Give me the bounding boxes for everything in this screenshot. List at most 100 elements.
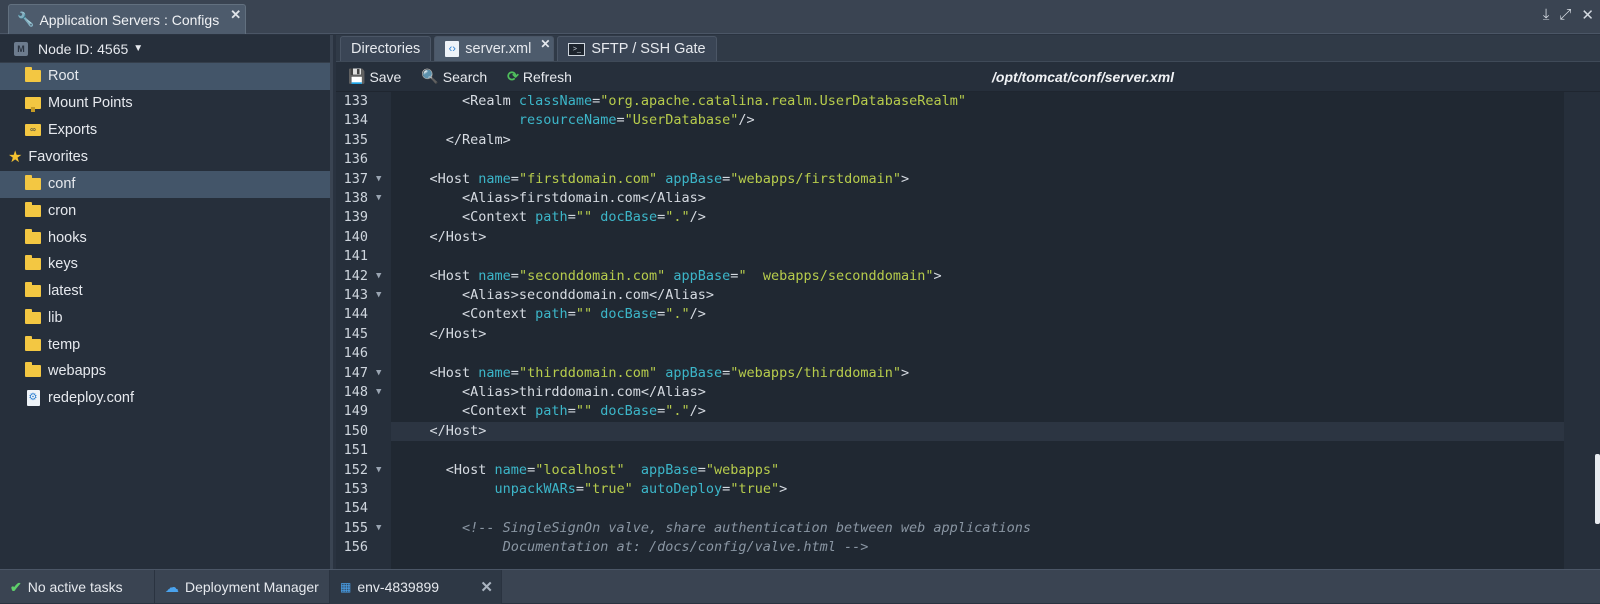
- code-text: ​ <Host name="localhost" appBase="webapp…: [391, 461, 1564, 480]
- favorite-item-latest[interactable]: latest: [0, 278, 330, 305]
- mount-icon: [24, 97, 42, 113]
- code-token: <Alias>seconddomain.com</Alias>: [397, 287, 714, 303]
- code-token: <!-- SingleSignOn valve, share authentic…: [397, 519, 1031, 536]
- tasks-status[interactable]: ✔ No active tasks: [0, 570, 155, 604]
- editor-toolbar: 💾 Save 🔍 Search ⟳ Refresh /opt/tomcat/co…: [336, 62, 1600, 92]
- chevron-down-icon[interactable]: ▼: [133, 43, 143, 54]
- folder-icon: [24, 255, 42, 271]
- line-number: 137: [343, 170, 368, 187]
- sidebar-item-exports[interactable]: ∞ Exports: [0, 116, 330, 143]
- node-selector[interactable]: M Node ID: 4565 ▼: [0, 35, 330, 63]
- window-tab[interactable]: 🔧 Application Servers : Configs ✕: [8, 4, 247, 34]
- line-number: 133: [343, 93, 368, 109]
- code-token: =: [567, 209, 576, 226]
- favorite-item-webapps[interactable]: webapps: [0, 358, 330, 385]
- code-token: "firstdomain.com": [518, 170, 658, 187]
- code-text: ​ </Realm>: [391, 131, 1564, 150]
- tab-server-xml[interactable]: ‹› server.xml ✕: [434, 36, 555, 61]
- code-text: ​ <Context path="" docBase="."/>: [391, 402, 1564, 421]
- code-token: =: [510, 267, 519, 284]
- code-token: Documentation at: /docs/config/valve.htm…: [397, 539, 869, 556]
- favorite-item-hooks[interactable]: hooks: [0, 224, 330, 251]
- env-tab[interactable]: ▦ env-4839899 ✕: [330, 570, 502, 604]
- code-editor[interactable]: 133 ​ <Realm className="org.apache.catali…: [336, 92, 1600, 569]
- code-token: <Host: [397, 267, 479, 284]
- code-token: <Alias>thirddomain.com</Alias>: [397, 384, 706, 400]
- folder-icon: [24, 67, 42, 83]
- scrollbar-thumb[interactable]: [1595, 454, 1600, 524]
- line-number: 136: [343, 151, 368, 168]
- code-line: 141 ​: [336, 247, 1564, 266]
- code-token: "webapps/thirddomain": [730, 364, 901, 381]
- favorites-label: Favorites: [28, 149, 88, 166]
- code-token: "seconddomain.com": [518, 267, 666, 284]
- close-icon[interactable]: ✕: [1581, 6, 1594, 24]
- sidebar-item-mount-points[interactable]: Mount Points: [0, 90, 330, 117]
- favorite-item-temp[interactable]: temp: [0, 331, 330, 358]
- star-icon: ★: [8, 149, 23, 167]
- scrollbar[interactable]: [1564, 92, 1600, 569]
- sidebar: M Node ID: 4565 ▼ Root Mount Points ∞ Expor…: [0, 35, 333, 569]
- fold-arrow-icon[interactable]: ▼: [376, 519, 381, 538]
- save-button[interactable]: 💾 Save: [348, 68, 401, 85]
- line-number: 140: [343, 228, 368, 245]
- tree-item-label: cron: [48, 203, 77, 220]
- code-text: ​ <Realm className="org.apache.catalina.…: [391, 92, 1564, 111]
- refresh-button[interactable]: ⟳ Refresh: [507, 68, 572, 85]
- favorite-item-cron[interactable]: cron: [0, 198, 330, 225]
- code-text: ​ </Host>: [391, 228, 1564, 247]
- tab-directories[interactable]: Directories: [340, 36, 432, 61]
- code-token: "": [575, 306, 593, 323]
- search-button[interactable]: 🔍 Search: [421, 68, 487, 85]
- fold-arrow-icon[interactable]: ▼: [376, 170, 381, 189]
- code-line: 149 ​ <Context path="" docBase="."/>: [336, 402, 1564, 421]
- code-token: resourceName: [518, 112, 617, 129]
- sidebar-item-root[interactable]: Root: [0, 63, 330, 90]
- tree-item-label: hooks: [48, 229, 87, 246]
- code-token: unpackWARs: [494, 481, 576, 497]
- fold-arrow-icon[interactable]: ▼: [376, 189, 381, 208]
- deployment-manager-button[interactable]: ☁ Deployment Manager: [155, 570, 330, 604]
- code-token: "": [575, 209, 593, 226]
- code-token: </Host>: [397, 228, 487, 245]
- tab-bar: Directories ‹› server.xml ✕ >_ SFTP / SS…: [336, 35, 1600, 62]
- code-token: name: [478, 170, 511, 187]
- line-number: 153: [343, 481, 368, 497]
- code-token: =: [616, 112, 625, 129]
- code-token: =: [527, 461, 536, 478]
- tab-sftp-ssh-gate[interactable]: >_ SFTP / SSH Gate: [557, 36, 717, 61]
- fold-arrow-icon[interactable]: ▼: [376, 383, 381, 402]
- fold-arrow-icon[interactable]: ▼: [376, 364, 381, 383]
- line-number: 155: [343, 519, 368, 536]
- fold-arrow-icon[interactable]: ▼: [376, 286, 381, 305]
- line-number: 143: [343, 287, 368, 303]
- line-number: 149: [343, 403, 368, 420]
- favorite-item-keys[interactable]: keys: [0, 251, 330, 278]
- fold-arrow-icon[interactable]: ▼: [376, 267, 381, 286]
- download-icon[interactable]: ⤓: [1543, 6, 1550, 24]
- maximize-icon[interactable]: ⤢: [1559, 6, 1571, 24]
- fold-arrow-icon[interactable]: ▼: [376, 461, 381, 480]
- code-token: "true": [583, 481, 633, 497]
- favorite-item-redeploy-conf[interactable]: ⚙ redeploy.conf: [0, 385, 330, 412]
- line-number: 135: [343, 131, 368, 148]
- code-token: docBase: [600, 209, 658, 226]
- code-token: "org.apache.catalina.realm.UserDatabaseR…: [600, 93, 966, 109]
- deployment-manager-label: Deployment Manager: [185, 579, 319, 595]
- code-line: 151 ​: [336, 441, 1564, 460]
- node-label: Node ID: 4565: [38, 40, 129, 57]
- folder-icon: [24, 308, 42, 324]
- favorite-item-conf[interactable]: conf: [0, 171, 330, 198]
- close-window-icon[interactable]: ✕: [230, 7, 241, 23]
- favorite-item-lib[interactable]: lib: [0, 305, 330, 332]
- tree-item-label: temp: [48, 336, 81, 353]
- code-token: "webapps/firstdomain": [730, 170, 901, 187]
- code-text: ​ <Context path="" docBase="."/>: [391, 208, 1564, 227]
- code-text: ​ <!-- SingleSignOn valve, share authent…: [391, 519, 1564, 538]
- line-number: 139: [343, 209, 368, 226]
- close-env-icon[interactable]: ✕: [480, 578, 493, 596]
- close-tab-icon[interactable]: ✕: [540, 37, 550, 51]
- tree-item-label: latest: [48, 283, 83, 300]
- tree-item-label: Root: [48, 68, 79, 85]
